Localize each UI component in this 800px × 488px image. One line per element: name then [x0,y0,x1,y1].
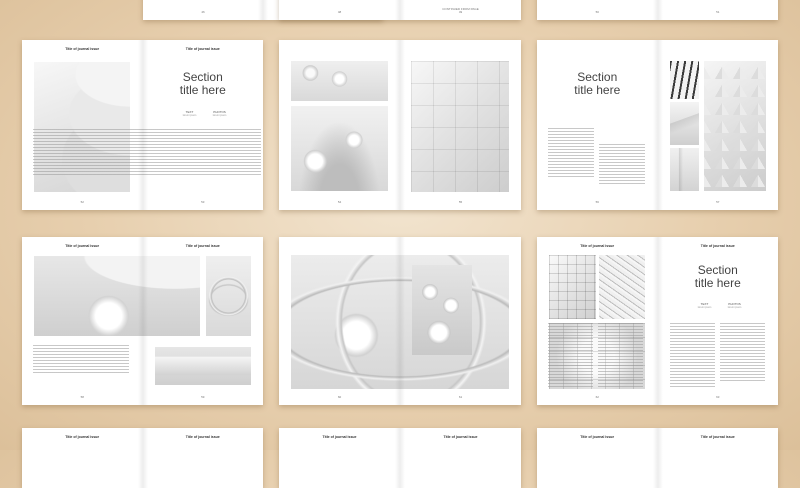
spheres-image [291,61,388,101]
body-text [33,345,129,375]
section-title: Section title here [694,263,741,290]
meta-text: TEXT lorem ipsum [182,110,197,117]
folio: 54 [337,200,342,204]
running-head: Title of journal issue [443,435,478,439]
section-title: Section title here [574,70,621,97]
body-text-col-1 [547,323,593,387]
spread-sphere-capsule: Title of journal issue 58 Title of journ… [22,237,263,405]
body-text-col-3 [669,323,715,387]
meta-photos: PHOTOS lorem ipsum [212,110,227,117]
spread-top-2: 48 CONTINUED FROM PAGE 49 [279,0,521,20]
folio: 52 [80,200,84,204]
folio: 56 [595,200,599,204]
body-text-col-4 [719,323,765,383]
running-head: Title of journal issue [580,244,615,248]
spread-wave-section: Title of journal issue 52 Title of journ… [22,40,263,210]
running-head: Title of journal issue [580,435,615,439]
body-text-col-2 [599,144,645,184]
spread-orbit: 60 61 [279,237,521,405]
running-head: Title of journal issue [700,244,735,248]
folio: 46 [201,10,205,14]
meta-text: TEXT lorem ipsum [697,302,712,309]
rings-image [205,256,251,336]
running-head: Title of journal issue [65,244,100,248]
bubbles-image [412,265,472,355]
folio: 59 [201,395,205,399]
folio: 58 [80,395,84,399]
running-head: Title of journal issue [700,435,735,439]
white-boxes-image [411,61,509,192]
stripes-image [669,61,699,99]
folio: 61 [458,395,463,399]
facets-image [703,61,766,191]
running-head: Title of journal issue [322,435,357,439]
folio: 48 [337,10,342,14]
spread-bottom-3: Title of journal issue Title of journal … [537,428,778,488]
running-head: Title of journal issue [65,47,100,51]
folio: 60 [337,395,342,399]
body-text-col-1 [548,128,594,178]
lines-image [599,255,645,319]
wall-image [669,148,699,191]
folio: 57 [716,200,720,204]
running-head: Title of journal issue [65,435,100,439]
spread-section-stripes: Section title here 56 57 [537,40,778,210]
meta-photos: PHOTOS lorem ipsum [727,302,742,309]
running-head: Title of journal issue [185,435,220,439]
folio: 53 [201,200,205,204]
spread-top-3: 50 51 [537,0,778,20]
capsule-image [154,347,251,385]
folio: 55 [458,200,463,204]
tunnel-spheres-image [291,106,388,191]
spread-spheres-boxes: 54 55 [279,40,521,210]
section-title: Section title here [179,70,226,97]
folio: 63 [716,395,720,399]
body-text [32,129,261,177]
running-head: Title of journal issue [185,244,220,248]
body-text-col-2 [597,323,643,387]
steps-image [669,102,699,145]
folio: 50 [595,10,599,14]
folio: 62 [595,395,599,399]
folio: 51 [716,10,720,14]
folio: 49 [458,10,463,14]
cubes-grid-image [549,255,596,319]
spread-cubes-section: Title of journal issue 62 Title of journ… [537,237,778,405]
running-head: Title of journal issue [185,47,220,51]
spread-bottom-1: Title of journal issue Title of journal … [22,428,263,488]
spread-bottom-2: Title of journal issue Title of journal … [279,428,521,488]
